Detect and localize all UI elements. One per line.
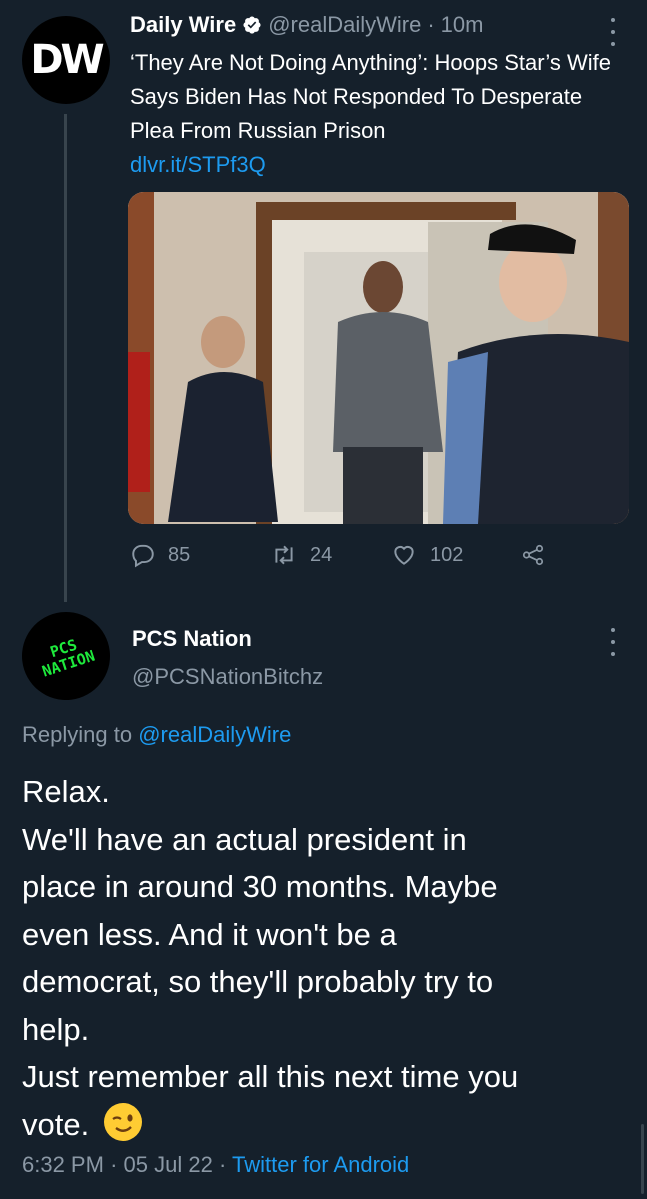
more-icon[interactable] xyxy=(609,18,617,46)
reply-action[interactable]: 85 xyxy=(130,542,190,568)
reply-line: democrat, so they'll probably try to xyxy=(22,964,494,999)
retweet-count: 24 xyxy=(310,543,333,566)
replying-prefix: Replying to xyxy=(22,722,133,747)
parent-tweet-text: ‘They Are Not Doing Anything’: Hoops Sta… xyxy=(130,46,630,182)
thread-connector-line xyxy=(64,114,67,602)
reply-line: even less. And it won't be a xyxy=(22,916,397,952)
like-action[interactable]: 102 xyxy=(390,542,463,568)
header-separator: · xyxy=(427,12,435,37)
reply-date[interactable]: 05 Jul 22 xyxy=(124,1152,213,1177)
verified-badge-icon xyxy=(243,16,261,34)
reply-line: help. xyxy=(22,1011,90,1047)
reply-time[interactable]: 6:32 PM xyxy=(22,1152,104,1177)
tweet-image[interactable] xyxy=(128,192,629,524)
tweet-body: ‘They Are Not Doing Anything’: Hoops Sta… xyxy=(130,50,611,143)
retweet-action[interactable]: 24 xyxy=(270,542,332,568)
replying-to-line: Replying to @realDailyWire xyxy=(22,722,291,748)
reply-line: vote. xyxy=(22,1106,90,1142)
scrollbar[interactable] xyxy=(641,1124,644,1194)
reply-author-name[interactable]: PCS Nation xyxy=(132,626,252,652)
parent-tweet-header: Daily Wire @realDailyWire · 10m xyxy=(130,12,483,38)
avatar-logo-text: DW xyxy=(30,37,104,83)
photo-illustration xyxy=(128,192,629,524)
retweet-icon xyxy=(275,545,293,565)
tweet-source[interactable]: Twitter for Android xyxy=(232,1152,409,1177)
tweet-link[interactable]: dlvr.it/STPf3Q xyxy=(130,152,266,177)
reply-line: place in around 30 months. Maybe xyxy=(22,869,498,904)
tweet-meta: 6:32 PM · 05 Jul 22 · Twitter for Androi… xyxy=(22,1152,409,1178)
reply-icon xyxy=(132,544,154,568)
tweet-time[interactable]: 10m xyxy=(441,12,484,38)
reply-line: We'll have an actual president in xyxy=(22,821,467,857)
like-icon xyxy=(394,545,414,565)
like-count: 102 xyxy=(430,543,464,566)
author-handle[interactable]: @realDailyWire xyxy=(268,12,421,38)
reply-count: 85 xyxy=(168,543,191,566)
reply-author-handle[interactable]: @PCSNationBitchz xyxy=(132,664,323,690)
replying-to-handle[interactable]: @realDailyWire xyxy=(138,722,291,747)
daily-wire-avatar[interactable]: DW xyxy=(22,16,110,104)
meta-separator: · xyxy=(110,1152,118,1177)
reply-line: Just remember all this next time you xyxy=(22,1059,519,1094)
author-name[interactable]: Daily Wire xyxy=(130,12,236,38)
wink-emoji-icon xyxy=(103,1102,142,1141)
reply-tweet-text: Relax. We'll have an actual president in… xyxy=(22,768,622,1148)
pcs-nation-avatar[interactable]: PCS NATION xyxy=(10,600,122,712)
share-icon xyxy=(522,544,544,566)
meta-separator: · xyxy=(218,1152,227,1177)
share-action[interactable] xyxy=(518,542,548,568)
more-icon[interactable] xyxy=(609,628,617,656)
reply-line-last: vote. xyxy=(22,1101,622,1149)
reply-line: Relax. xyxy=(22,774,110,809)
tweet-actions-bar: 85 24 102 xyxy=(130,542,560,574)
